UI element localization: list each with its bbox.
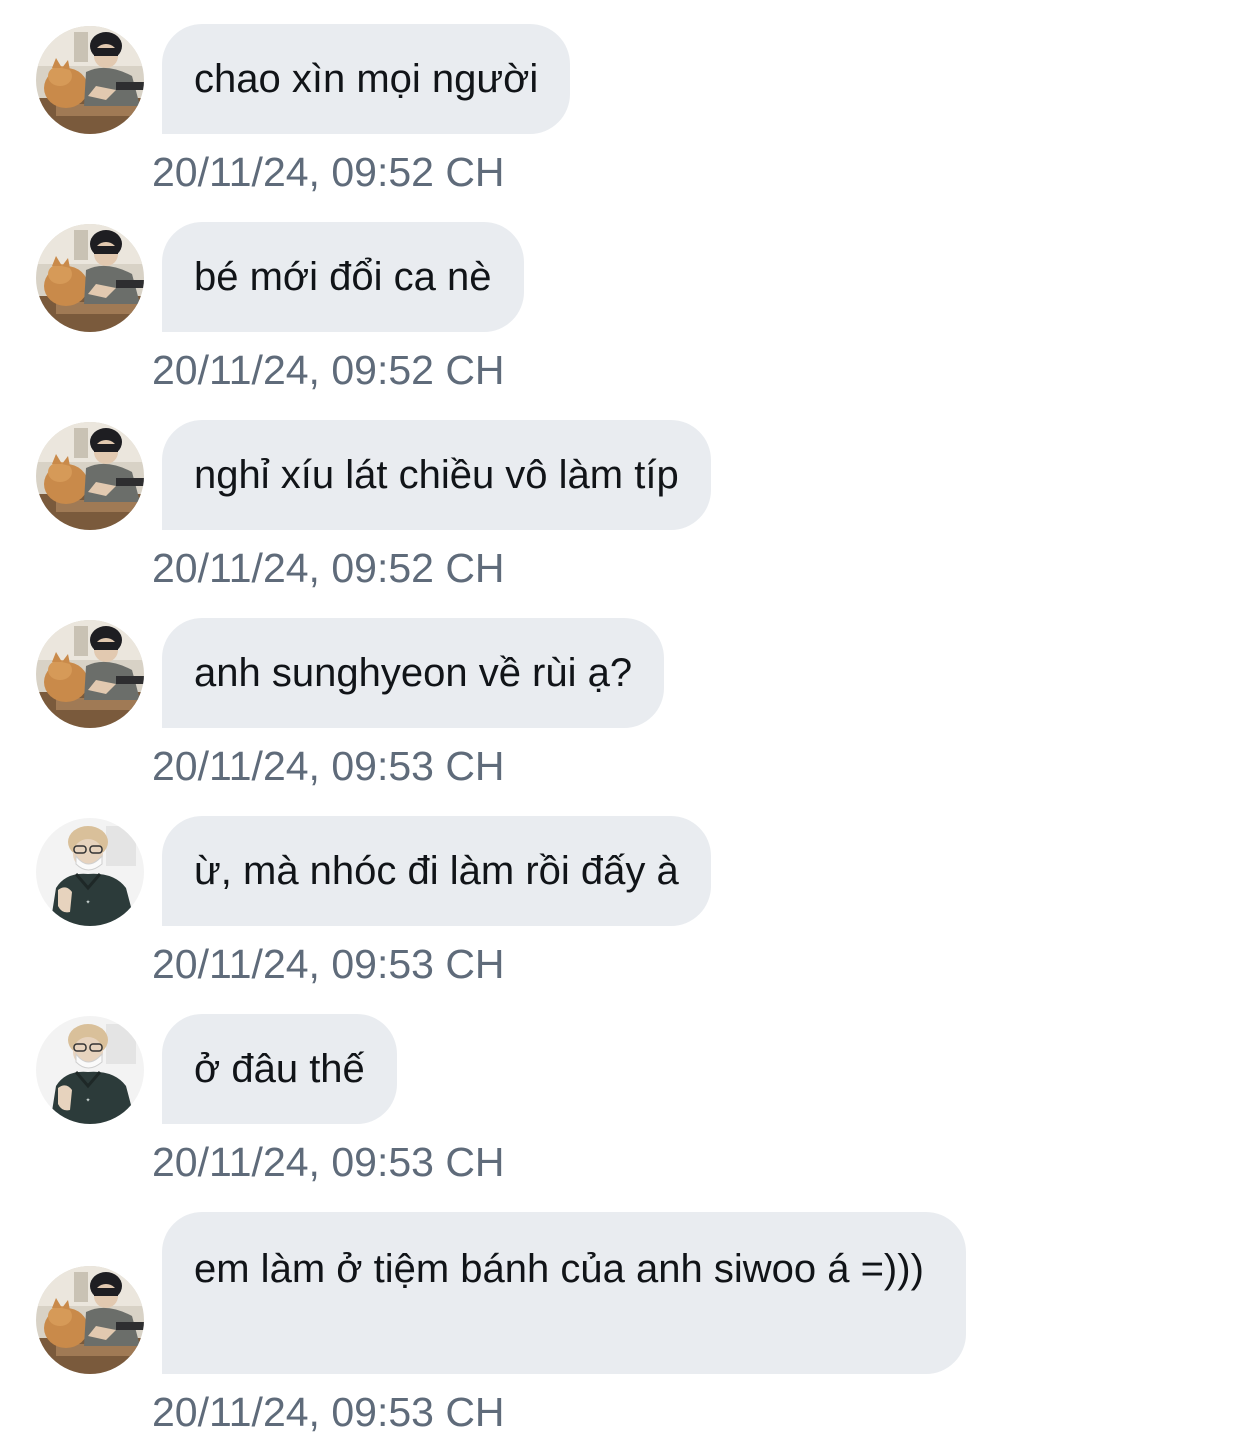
message-bubble[interactable]: nghỉ xíu lát chiều vô làm típ — [162, 420, 711, 530]
message-timestamp: 20/11/24, 09:52 CH — [152, 347, 505, 393]
message-bubble[interactable]: em làm ở tiệm bánh của anh siwoo á =))) — [162, 1212, 966, 1374]
message-text: ở đâu thế — [194, 1047, 365, 1091]
message-text: em làm ở tiệm bánh của anh siwoo á =))) — [194, 1247, 924, 1291]
avatar-masked-man[interactable] — [36, 818, 144, 926]
message-text: nghỉ xíu lát chiều vô làm típ — [194, 453, 679, 497]
message-bubble[interactable]: ừ, mà nhóc đi làm rồi đấy à — [162, 816, 711, 926]
message-bubble[interactable]: chao xìn mọi người — [162, 24, 571, 134]
message-text: ừ, mà nhóc đi làm rồi đấy à — [194, 849, 679, 893]
avatar-cat-boy[interactable] — [36, 422, 144, 530]
avatar-cat-boy[interactable] — [36, 26, 144, 134]
message-timestamp: 20/11/24, 09:53 CH — [152, 1139, 505, 1185]
message-bubble[interactable]: bé mới đổi ca nè — [162, 222, 524, 332]
avatar-masked-man[interactable] — [36, 1016, 144, 1124]
avatar-cat-boy[interactable] — [36, 224, 144, 332]
message-timestamp: 20/11/24, 09:53 CH — [152, 743, 505, 789]
message-timestamp: 20/11/24, 09:52 CH — [152, 545, 505, 591]
avatar-cat-boy[interactable] — [36, 1266, 144, 1374]
chat-thread: chao xìn mọi người 20/11/24, 09:52 CH bé… — [0, 0, 1242, 1445]
message-bubble[interactable]: ở đâu thế — [162, 1014, 397, 1124]
message-text: chao xìn mọi người — [194, 57, 539, 101]
message-timestamp: 20/11/24, 09:52 CH — [152, 149, 505, 195]
message-text: bé mới đổi ca nè — [194, 255, 492, 299]
avatar-cat-boy[interactable] — [36, 620, 144, 728]
message-timestamp: 20/11/24, 09:53 CH — [152, 1389, 505, 1435]
message-text: anh sunghyeon về rùi ạ? — [194, 651, 633, 695]
message-bubble[interactable]: anh sunghyeon về rùi ạ? — [162, 618, 665, 728]
message-timestamp: 20/11/24, 09:53 CH — [152, 941, 505, 987]
